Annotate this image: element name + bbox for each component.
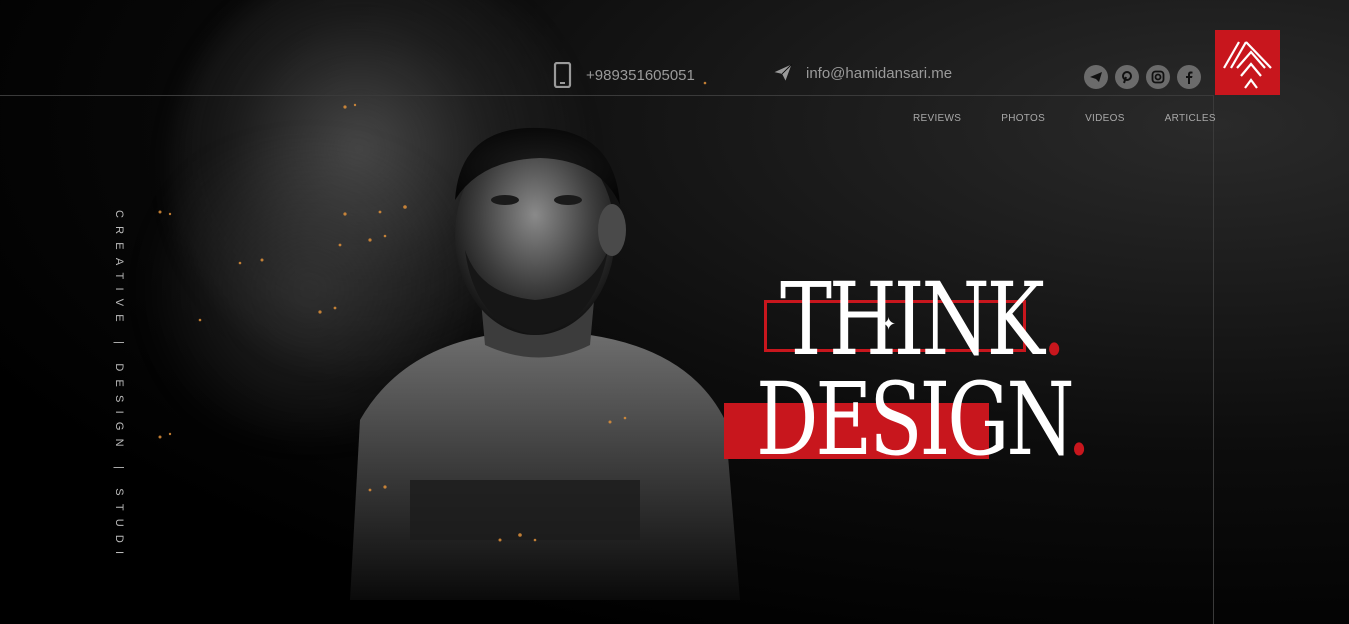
sparkle-icon: ✦ <box>881 314 897 334</box>
pinterest-icon[interactable] <box>1115 65 1139 89</box>
hero-headline: THINK. DESIGN. ✦ <box>720 270 1140 480</box>
hero-page: +989351605051 info@hamidansari.me REVIEW… <box>0 0 1349 624</box>
main-nav: REVIEWS PHOTOS VIDEOS ARTICLES <box>913 113 1216 124</box>
facebook-icon[interactable] <box>1177 65 1201 89</box>
headline-line-1: THINK. <box>780 261 1067 378</box>
nav-videos[interactable]: VIDEOS <box>1085 113 1125 124</box>
logo-mark-icon <box>1222 40 1272 89</box>
telegram-icon[interactable] <box>1084 65 1108 89</box>
send-icon <box>774 64 792 81</box>
nav-articles[interactable]: ARTICLES <box>1165 113 1216 124</box>
phone-number[interactable]: +989351605051 <box>586 67 695 84</box>
headline-line-2: DESIGN. <box>756 361 1091 478</box>
nav-reviews[interactable]: REVIEWS <box>913 113 961 124</box>
vertical-tagline: CREATIVE | DESIGN | STUDI <box>113 210 125 563</box>
contact-email[interactable]: info@hamidansari.me <box>772 62 952 84</box>
phone-icon <box>553 62 572 88</box>
brand-logo[interactable] <box>1215 30 1280 95</box>
social-links <box>1084 65 1201 89</box>
email-address[interactable]: info@hamidansari.me <box>806 65 952 82</box>
instagram-icon[interactable] <box>1146 65 1170 89</box>
sidebar-divider <box>1213 95 1214 624</box>
contact-phone[interactable]: +989351605051 <box>552 62 695 88</box>
header-divider <box>0 95 1213 96</box>
nav-photos[interactable]: PHOTOS <box>1001 113 1045 124</box>
